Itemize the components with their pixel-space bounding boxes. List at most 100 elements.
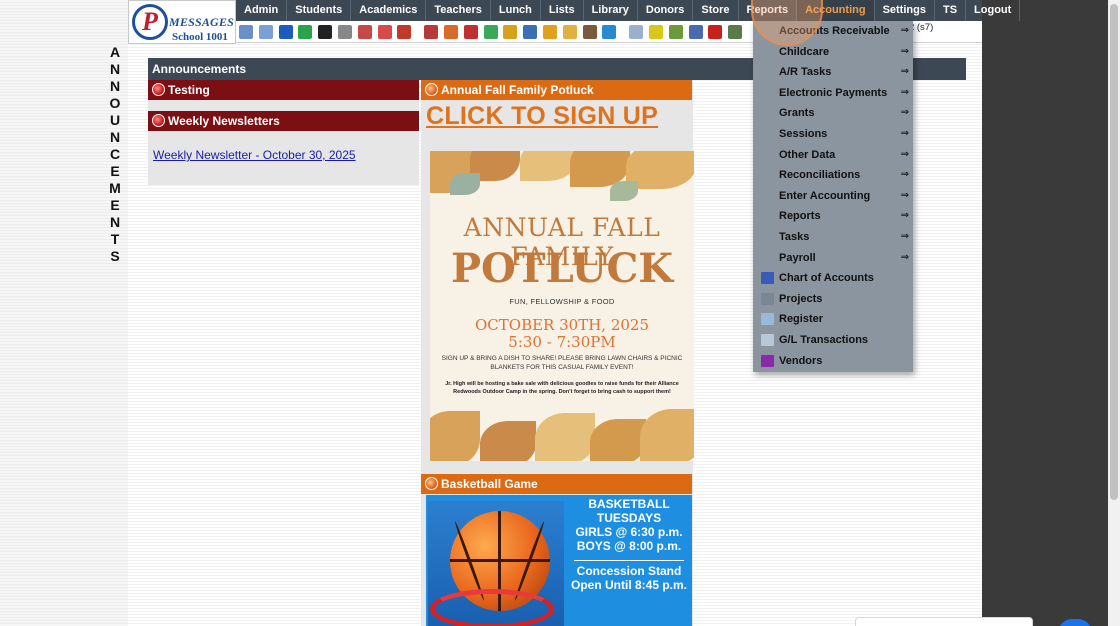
chart-of-accounts-icon bbox=[761, 272, 774, 285]
person-orange-icon[interactable] bbox=[443, 24, 458, 39]
flyer-date-block: OCTOBER 30TH, 2025 5:30 - 7:30PM bbox=[430, 317, 694, 351]
testing-header[interactable]: Testing bbox=[148, 80, 419, 100]
book-icon[interactable] bbox=[523, 24, 538, 39]
users-icon[interactable] bbox=[582, 24, 597, 39]
basketball-flyer-image[interactable]: BASKETBALL TUESDAYS GIRLS @ 6:30 p.m. BO… bbox=[426, 495, 692, 626]
vertical-announcements-title: ANNOUNCEMENTS bbox=[106, 44, 124, 265]
menu-settings[interactable]: Settings bbox=[875, 0, 935, 21]
calendar-icon[interactable] bbox=[377, 24, 392, 39]
logo-mark: P bbox=[132, 4, 168, 40]
envelope-icon[interactable] bbox=[562, 24, 577, 39]
newsletter-link[interactable]: Weekly Newsletter - October 30, 2025 bbox=[153, 148, 356, 162]
gl-transactions-icon bbox=[761, 334, 774, 346]
menu-item-label: G/L Transactions bbox=[779, 334, 869, 346]
flyer-instructions: SIGN UP & BRING A DISH TO SHARE! PLEASE … bbox=[441, 355, 683, 371]
accounting-item-projects[interactable]: Projects bbox=[753, 289, 913, 310]
basketball-header[interactable]: Basketball Game bbox=[421, 474, 692, 494]
menu-teachers[interactable]: Teachers bbox=[426, 0, 491, 21]
leaf-decoration bbox=[430, 411, 480, 461]
vertical-title-letter: A bbox=[109, 44, 121, 60]
basketball-photo bbox=[428, 501, 564, 626]
checkmark-icon[interactable] bbox=[542, 24, 557, 39]
menu-store[interactable]: Store bbox=[693, 0, 739, 21]
accounting-submenu-a-r-tasks[interactable]: A/R Tasks ⇒ bbox=[753, 62, 913, 83]
accounting-submenu-reconciliations[interactable]: Reconciliations ⇒ bbox=[753, 165, 913, 186]
pdf-icon[interactable] bbox=[708, 24, 723, 39]
search-icon[interactable] bbox=[239, 24, 253, 39]
person-red-icon[interactable] bbox=[424, 24, 439, 39]
menu-donors[interactable]: Donors bbox=[638, 0, 694, 21]
vertical-title-letter: U bbox=[109, 112, 121, 128]
scrollbar[interactable] bbox=[1108, 0, 1120, 626]
accounting-dropdown-menu: Accounts Receivable ⇒ Childcare ⇒ A/R Tasks ⇒… bbox=[753, 21, 913, 372]
printer-icon[interactable] bbox=[668, 24, 683, 39]
card-icon[interactable] bbox=[648, 24, 663, 39]
megaphone-icon[interactable] bbox=[397, 24, 412, 39]
main-menu-bar: Admin Students Academics Teachers Lunch Lists… bbox=[236, 0, 1021, 21]
accounting-submenu-payroll[interactable]: Payroll ⇒ bbox=[753, 248, 913, 269]
menu-item-label: Register bbox=[779, 313, 824, 326]
menu-item-label: Other Data bbox=[779, 148, 836, 161]
vertical-title-letter: E bbox=[110, 163, 120, 179]
potluck-flyer-image[interactable]: ANNUAL FALL FAMILY POTLUCK FUN, FELLOWSH… bbox=[430, 151, 694, 461]
menu-ts[interactable]: TS bbox=[935, 0, 967, 21]
accounting-submenu-reports[interactable]: Reports ⇒ bbox=[753, 206, 913, 227]
accounting-item-g-l-transactions[interactable]: G/L Transactions bbox=[753, 330, 913, 351]
chat-widget[interactable] bbox=[855, 617, 1033, 626]
calendar-grid-icon[interactable] bbox=[258, 24, 273, 39]
email-at-icon[interactable] bbox=[278, 24, 293, 39]
vertical-title-letter: C bbox=[109, 146, 121, 162]
accounting-item-vendors[interactable]: Vendors bbox=[753, 351, 913, 372]
menu-lunch[interactable]: Lunch bbox=[491, 0, 541, 21]
menu-logout[interactable]: Logout bbox=[966, 0, 1021, 21]
vendors-icon bbox=[761, 354, 774, 367]
potluck-header[interactable]: Annual Fall Family Potluck bbox=[421, 80, 692, 100]
app-logo[interactable]: P MESSAGES School 1001 bbox=[128, 0, 236, 44]
money-icon[interactable] bbox=[483, 24, 498, 39]
basketball-girls-time: GIRLS @ 6:30 p.m. bbox=[575, 525, 683, 539]
speaker-icon[interactable] bbox=[337, 24, 352, 39]
submenu-arrow-icon: ⇒ bbox=[900, 189, 909, 201]
refresh-icon[interactable] bbox=[602, 24, 617, 39]
announcement-icon bbox=[425, 477, 438, 490]
submenu-arrow-icon: ⇒ bbox=[900, 210, 909, 222]
vertical-title-letter: N bbox=[109, 61, 121, 77]
vertical-title-letter: N bbox=[109, 214, 121, 230]
phone-icon[interactable] bbox=[318, 24, 333, 39]
sign-up-link[interactable]: CLICK TO SIGN UP bbox=[426, 102, 658, 131]
table-icon[interactable] bbox=[629, 24, 644, 39]
submenu-arrow-icon: ⇒ bbox=[900, 86, 909, 98]
scrollbar-thumb[interactable] bbox=[1110, 4, 1118, 500]
accounting-submenu-grants[interactable]: Grants ⇒ bbox=[753, 103, 913, 124]
menu-item-label: Payroll bbox=[779, 251, 816, 264]
gold-bar-icon[interactable] bbox=[503, 24, 518, 39]
menu-library[interactable]: Library bbox=[584, 0, 638, 21]
menu-academics[interactable]: Academics bbox=[351, 0, 427, 21]
flyer-subtitle: FUN, FELLOWSHIP & FOOD bbox=[509, 297, 615, 306]
ap-icon[interactable] bbox=[688, 24, 703, 39]
chat-icon[interactable] bbox=[298, 24, 313, 39]
register-icon bbox=[761, 313, 774, 326]
accounting-submenu-tasks[interactable]: Tasks ⇒ bbox=[753, 227, 913, 248]
weekly-newsletters-header[interactable]: Weekly Newsletters bbox=[148, 111, 419, 131]
menu-admin[interactable]: Admin bbox=[236, 0, 288, 21]
group-icon[interactable] bbox=[463, 24, 478, 39]
accounting-submenu-enter-accounting[interactable]: Enter Accounting ⇒ bbox=[753, 186, 913, 207]
accounting-submenu-sessions[interactable]: Sessions ⇒ bbox=[753, 124, 913, 145]
menu-item-label: Grants bbox=[779, 107, 815, 120]
menu-students[interactable]: Students bbox=[287, 0, 352, 21]
menu-item-label: A/R Tasks bbox=[779, 66, 832, 79]
submenu-arrow-icon: ⇒ bbox=[900, 251, 909, 263]
document-icon[interactable] bbox=[357, 24, 372, 39]
accounting-item-register[interactable]: Register bbox=[753, 309, 913, 330]
accounting-submenu-other-data[interactable]: Other Data ⇒ bbox=[753, 145, 913, 166]
divider bbox=[574, 560, 684, 561]
accounting-submenu-electronic-payments[interactable]: Electronic Payments ⇒ bbox=[753, 83, 913, 104]
menu-lists[interactable]: Lists bbox=[541, 0, 584, 21]
submenu-arrow-icon: ⇒ bbox=[900, 107, 909, 119]
menu-item-label: Enter Accounting bbox=[779, 189, 871, 202]
announcement-icon bbox=[152, 83, 165, 96]
accounting-item-chart-of-accounts[interactable]: Chart of Accounts bbox=[753, 268, 913, 289]
right-margin bbox=[982, 0, 1108, 626]
cash-icon[interactable] bbox=[728, 24, 743, 39]
